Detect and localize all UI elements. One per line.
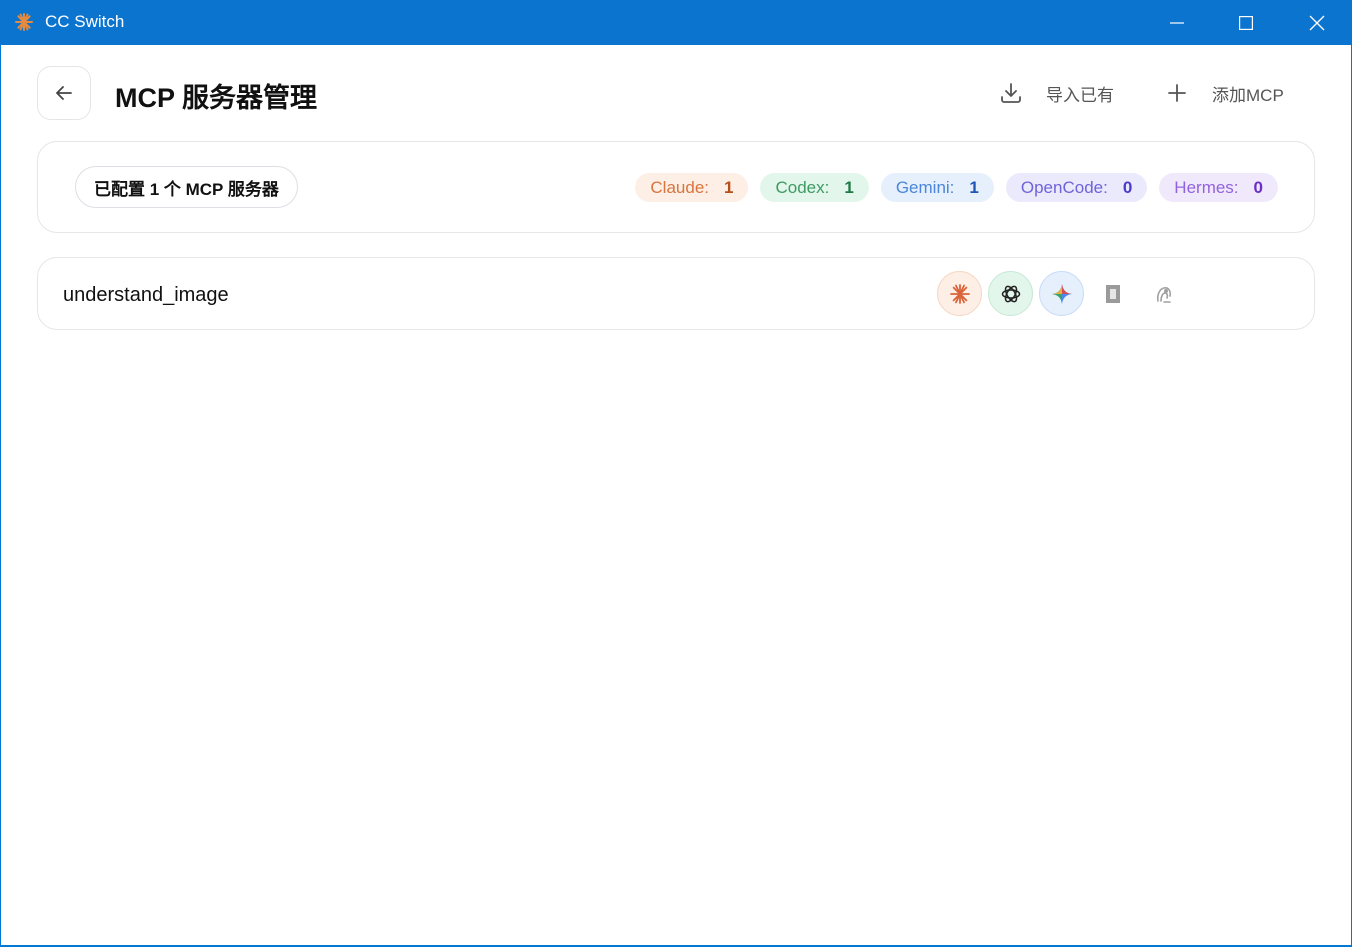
opencode-toggle[interactable]: [1090, 271, 1135, 316]
plus-icon: [1164, 80, 1190, 106]
configured-count-pill: 已配置 1 个 MCP 服务器: [75, 166, 298, 208]
title-bar: CC Switch: [0, 0, 1352, 45]
badge-value: 0: [1253, 177, 1263, 197]
badge-label: OpenCode:: [1020, 177, 1108, 197]
minimize-button[interactable]: [1142, 0, 1212, 45]
download-icon: [998, 80, 1024, 106]
gemini-count-badge: Gemini: 1: [880, 173, 994, 202]
import-existing-label: 导入已有: [1046, 85, 1114, 105]
claude-count-badge: Claude: 1: [635, 173, 749, 202]
badge-label: Claude:: [650, 177, 710, 197]
gemini-icon: [1051, 283, 1072, 304]
maximize-icon: [1239, 15, 1253, 30]
claude-icon: [949, 283, 970, 304]
codex-count-badge: Codex: 1: [760, 173, 869, 202]
badge-label: Codex:: [775, 177, 830, 197]
badge-label: Hermes:: [1174, 177, 1239, 197]
maximize-button[interactable]: [1211, 0, 1281, 45]
badge-value: 1: [844, 177, 854, 197]
page-title: MCP 服务器管理: [115, 83, 318, 113]
summary-card: 已配置 1 个 MCP 服务器 Claude: 1 Codex: 1 Gemin…: [37, 141, 1315, 233]
codex-toggle[interactable]: [988, 271, 1033, 316]
gemini-toggle[interactable]: [1039, 271, 1084, 316]
close-button[interactable]: [1282, 0, 1352, 45]
badge-value: 0: [1122, 177, 1133, 197]
close-icon: [1309, 15, 1325, 30]
import-existing-button[interactable]: 导入已有: [998, 79, 1114, 107]
server-name: understand_image: [63, 284, 229, 306]
main-window: MCP 服务器管理 导入已有 添加MCP 已配置 1 个 MCP 服务器 Cla…: [1, 45, 1351, 945]
hermes-toggle[interactable]: [1141, 271, 1186, 316]
app-count-badges: Claude: 1 Codex: 1 Gemini: 1 OpenCode: 0…: [635, 173, 1278, 202]
badge-value: 1: [969, 177, 979, 197]
openai-icon: [1001, 285, 1020, 302]
opencode-icon: [1105, 284, 1120, 303]
badge-value: 1: [724, 177, 734, 197]
add-mcp-label: 添加MCP: [1212, 85, 1284, 105]
claude-toggle[interactable]: [937, 271, 982, 316]
arrow-left-icon: [56, 86, 72, 100]
app-toggle-group: [937, 271, 1186, 316]
mcp-server-row[interactable]: understand_image: [37, 257, 1315, 330]
window-title: CC Switch: [45, 12, 125, 31]
app-logo-icon: [14, 12, 34, 32]
add-mcp-button[interactable]: 添加MCP: [1164, 79, 1284, 107]
hermes-icon: [1156, 286, 1171, 303]
minimize-icon: [1170, 21, 1184, 24]
opencode-count-badge: OpenCode: 0: [1005, 173, 1148, 202]
badge-label: Gemini:: [895, 177, 955, 197]
back-button[interactable]: [37, 66, 91, 120]
hermes-count-badge: Hermes: 0: [1159, 173, 1278, 202]
